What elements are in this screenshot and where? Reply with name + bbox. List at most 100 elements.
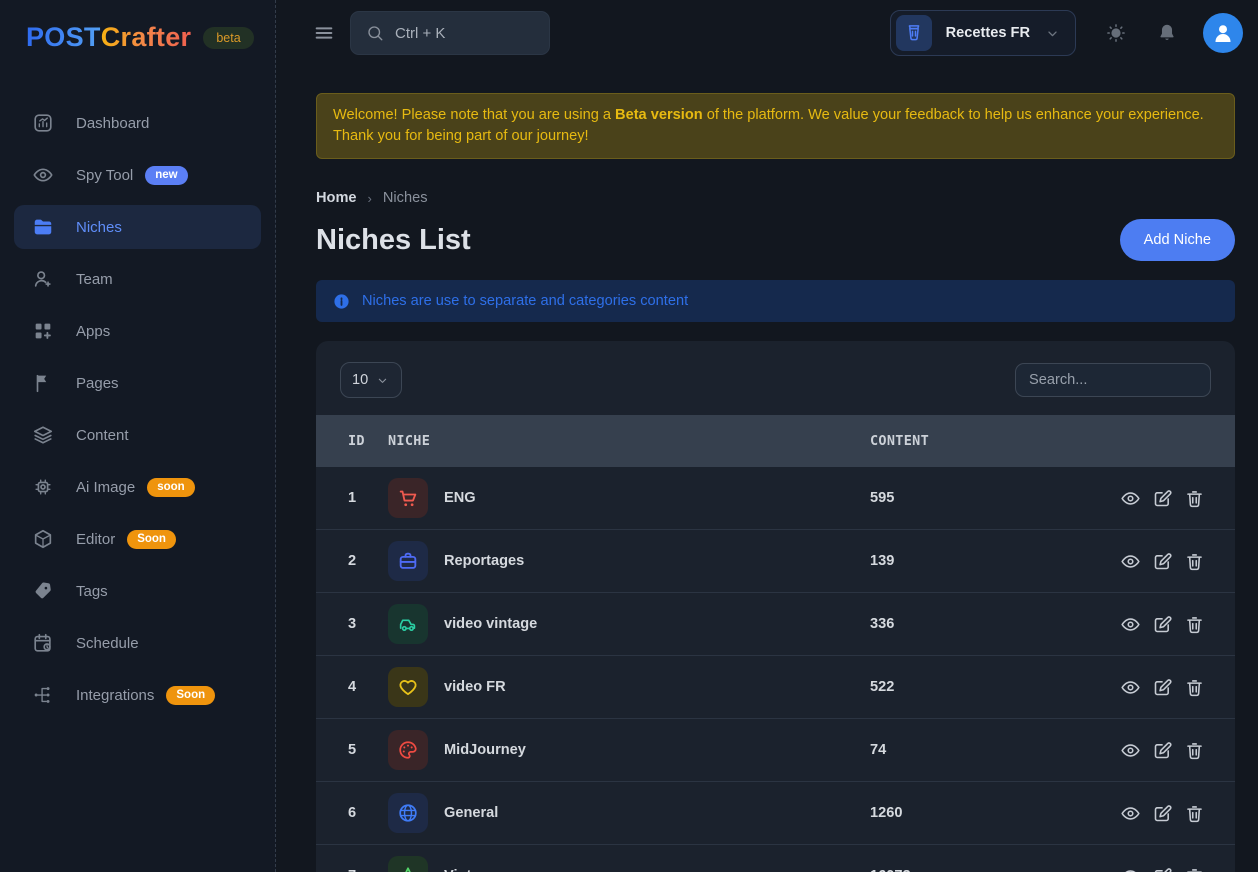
table-search-input[interactable] [1015, 363, 1211, 397]
sidebar-item-team[interactable]: Team [14, 257, 261, 301]
row-id: 4 [348, 679, 388, 695]
view-button[interactable] [1120, 740, 1141, 761]
workspace-name: Recettes FR [946, 25, 1030, 41]
table-row-vintage: 7 Vintage 16073 [316, 845, 1235, 872]
sidebar-item-integrations[interactable]: Integrations Soon [14, 673, 261, 717]
sidebar-item-content[interactable]: Content [14, 413, 261, 457]
brand-name-primary: POST [26, 22, 101, 52]
car-icon [397, 613, 419, 635]
edit-icon [1152, 740, 1173, 761]
add-niche-button[interactable]: Add Niche [1120, 219, 1235, 261]
edit-button[interactable] [1152, 677, 1173, 698]
eye-icon [32, 164, 54, 186]
niche-icon-tile [388, 604, 428, 644]
sidebar-item-editor[interactable]: Editor Soon [14, 517, 261, 561]
row-content-count: 16073 [870, 868, 1120, 872]
edit-button[interactable] [1152, 551, 1173, 572]
trash-icon [1184, 551, 1205, 572]
view-button[interactable] [1120, 551, 1141, 572]
cup-icon [904, 23, 924, 43]
sidebar-item-spy-tool[interactable]: Spy Tool new [14, 153, 261, 197]
header-id: ID [348, 433, 388, 449]
edit-button[interactable] [1152, 803, 1173, 824]
sidebar-nav: Dashboard Spy Tool new Niches Team Apps … [12, 101, 263, 717]
delete-button[interactable] [1184, 551, 1205, 572]
delete-button[interactable] [1184, 488, 1205, 509]
edit-icon [1152, 866, 1173, 872]
sidebar-item-dashboard[interactable]: Dashboard [14, 101, 261, 145]
main-content: Welcome! Please note that you are using … [276, 66, 1258, 872]
sidebar-item-schedule[interactable]: Schedule [14, 621, 261, 665]
delete-button[interactable] [1184, 740, 1205, 761]
trash-icon [1184, 803, 1205, 824]
delete-button[interactable] [1184, 866, 1205, 872]
view-button[interactable] [1120, 803, 1141, 824]
workspace-selector[interactable]: Recettes FR [890, 10, 1076, 56]
view-button[interactable] [1120, 488, 1141, 509]
breadcrumb: Home › Niches [316, 190, 1235, 206]
user-icon [1211, 21, 1235, 45]
chip-icon [32, 476, 54, 498]
sidebar-item-label: Content [76, 427, 129, 444]
topbar: Ctrl + K Recettes FR [276, 0, 1258, 66]
breadcrumb-separator: › [368, 191, 372, 206]
view-button[interactable] [1120, 677, 1141, 698]
eye-icon [1120, 488, 1141, 509]
sidebar-item-ai-image[interactable]: Ai Image soon [14, 465, 261, 509]
edit-icon [1152, 488, 1173, 509]
edit-icon [1152, 677, 1173, 698]
info-icon [333, 293, 350, 310]
chevron-down-icon [375, 373, 390, 388]
niche-name: Vintage [444, 868, 496, 872]
palette-icon [397, 739, 419, 761]
search-shortcut-label: Ctrl + K [395, 25, 445, 42]
view-button[interactable] [1120, 614, 1141, 635]
delete-button[interactable] [1184, 614, 1205, 635]
delete-button[interactable] [1184, 677, 1205, 698]
breadcrumb-home[interactable]: Home [316, 190, 357, 206]
niche-name: General [444, 805, 498, 821]
row-content-count: 336 [870, 616, 1120, 632]
edit-icon [1152, 551, 1173, 572]
global-search[interactable]: Ctrl + K [350, 11, 550, 55]
edit-button[interactable] [1152, 740, 1173, 761]
sidebar-item-badge: new [145, 166, 187, 185]
avatar[interactable] [1203, 13, 1243, 53]
info-banner: Niches are use to separate and categorie… [316, 280, 1235, 322]
star-icon [397, 865, 419, 872]
breadcrumb-current: Niches [383, 190, 428, 206]
edit-button[interactable] [1152, 866, 1173, 872]
brand-name-secondary: Crafter [101, 22, 192, 52]
delete-button[interactable] [1184, 803, 1205, 824]
user-add-icon [32, 268, 54, 290]
sidebar-item-label: Apps [76, 323, 110, 340]
theme-toggle-button[interactable] [1105, 22, 1127, 44]
edit-button[interactable] [1152, 488, 1173, 509]
sidebar-item-label: Team [76, 271, 113, 288]
eye-icon [1120, 740, 1141, 761]
sidebar-item-apps[interactable]: Apps [14, 309, 261, 353]
sidebar-item-pages[interactable]: Pages [14, 361, 261, 405]
row-id: 5 [348, 742, 388, 758]
flag-icon [32, 372, 54, 394]
sidebar-item-label: Pages [76, 375, 119, 392]
page-size-select[interactable]: 10 [340, 362, 402, 398]
menu-toggle-button[interactable] [313, 22, 335, 44]
edit-icon [1152, 803, 1173, 824]
niche-name: video vintage [444, 616, 537, 632]
niche-name: video FR [444, 679, 506, 695]
niche-name: ENG [444, 490, 476, 506]
integrations-icon [32, 684, 54, 706]
eye-icon [1120, 803, 1141, 824]
sidebar-item-label: Niches [76, 219, 122, 236]
sidebar-item-niches[interactable]: Niches [14, 205, 261, 249]
edit-button[interactable] [1152, 614, 1173, 635]
sidebar-item-label: Tags [76, 583, 108, 600]
sidebar-item-tags[interactable]: Tags [14, 569, 261, 613]
row-content-count: 595 [870, 490, 1120, 506]
notifications-button[interactable] [1156, 22, 1178, 44]
sidebar-item-badge: Soon [127, 530, 176, 549]
trash-icon [1184, 677, 1205, 698]
view-button[interactable] [1120, 866, 1141, 872]
apps-icon [32, 320, 54, 342]
